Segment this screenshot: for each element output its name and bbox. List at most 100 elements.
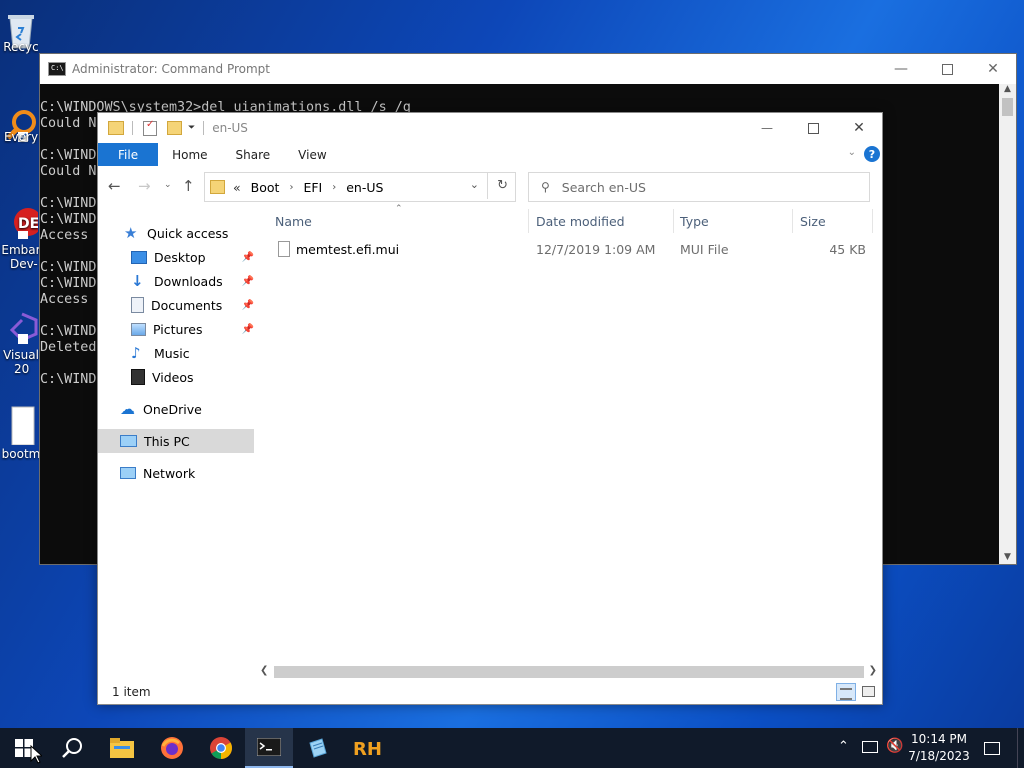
nav-network[interactable]: Network [98,461,258,485]
refresh-button[interactable]: ↻ [497,178,508,193]
expand-ribbon-icon[interactable]: ⌄ [848,147,856,158]
explorer-title: en-US [212,121,248,135]
taskbar-command-prompt[interactable] [245,728,293,768]
recycle-bin-icon [4,10,38,49]
file-explorer-icon [110,738,134,758]
details-view-button[interactable] [836,683,856,701]
scroll-left-arrow-icon[interactable]: ❮ [260,665,268,676]
nav-music[interactable]: ♪ Music [98,341,258,365]
desktop-icon-everything[interactable]: Every [0,108,42,144]
breadcrumb-chevron-icon[interactable]: › [289,182,293,193]
scroll-down-arrow-icon[interactable]: ▼ [999,552,1016,562]
nav-onedrive[interactable]: ☁ OneDrive [98,397,258,421]
explorer-close-button[interactable]: ✕ [836,113,882,143]
desktop-icon-embarcadero[interactable]: DE Embar Dev- [0,205,42,271]
network-tray-icon[interactable] [862,741,878,753]
file-type: MUI File [680,242,729,257]
column-header-type[interactable]: Type [680,209,790,233]
nav-videos[interactable]: Videos [98,365,258,389]
desktop-icon-label: Recyc [3,40,39,54]
desktop-icon-bootmgr[interactable]: bootm [0,405,42,461]
cmd-scrollbar[interactable]: ▲ ▼ [999,84,1016,564]
maximize-icon [807,122,819,134]
nav-downloads[interactable]: ↓ Downloads 📌 [98,269,258,293]
desktop-icon-label: Dev- [10,257,38,271]
horizontal-scrollbar-thumb[interactable] [274,666,864,678]
qat-customize-icon[interactable]: ⏷ [188,123,195,133]
nav-this-pc[interactable]: This PC [98,429,254,453]
downloads-icon: ↓ [131,272,144,290]
column-header-date[interactable]: Date modified [536,209,672,233]
pin-icon[interactable]: 📌 [242,324,254,335]
taskbar-chrome[interactable] [197,728,245,768]
breadcrumb-item-boot[interactable]: Boot [251,180,280,195]
search-box[interactable]: ⚲ Search en-US [528,172,870,202]
clock[interactable]: 10:14 PM 7/18/2023 [906,731,972,765]
new-folder-icon[interactable] [167,121,182,135]
cloud-icon: ☁ [120,400,135,418]
taskbar-file-explorer[interactable] [98,728,146,768]
minimize-icon: — [894,61,908,77]
search-placeholder: Search en-US [561,179,646,195]
breadcrumb-item-en-us[interactable]: en-US [346,180,383,195]
breadcrumb-overflow[interactable]: « [233,180,241,195]
search-button[interactable] [48,728,96,768]
cmd-close-button[interactable]: ✕ [970,54,1016,84]
column-header-name[interactable]: Name [275,209,528,233]
cmd-maximize-button[interactable] [924,54,970,84]
nav-label: Quick access [147,225,229,241]
cmd-scrollbar-thumb[interactable] [1002,98,1013,116]
pin-icon[interactable]: 📌 [242,252,254,263]
large-icons-view-button[interactable] [860,684,876,698]
explorer-maximize-button[interactable] [790,113,836,143]
breadcrumb-chevron-icon[interactable]: › [332,182,336,193]
tab-file[interactable]: File [98,143,159,166]
tab-share[interactable]: Share [222,143,285,166]
explorer-minimize-button[interactable]: — [744,113,790,143]
column-label: Name [275,213,312,229]
terminal-icon [257,738,281,756]
recent-locations-button[interactable]: ⌄ [164,180,172,190]
nav-label: Network [143,465,196,481]
nav-documents[interactable]: Documents 📌 [98,293,258,317]
up-arrow-icon: ↑ [182,177,195,195]
volume-muted-icon[interactable]: 🔇 [886,738,903,754]
nav-quick-access[interactable]: ★ Quick access [98,221,258,245]
nav-desktop[interactable]: Desktop 📌 [98,245,258,269]
taskbar-resource-hacker[interactable]: RH [343,728,391,768]
visual-studio-icon [4,310,38,344]
column-separator [792,209,793,233]
column-label: Type [680,213,709,229]
cmd-titlebar[interactable]: C:\ Administrator: Command Prompt — ✕ [40,54,1016,84]
scroll-right-arrow-icon[interactable]: ❯ [869,665,877,676]
explorer-titlebar[interactable]: ✓ ⏷ en-US — ✕ [98,113,882,143]
notifications-button[interactable] [980,728,1004,768]
forward-button[interactable]: → [138,177,156,195]
tab-view[interactable]: View [284,143,340,166]
taskbar-notepad[interactable] [294,728,342,768]
pin-icon[interactable]: 📌 [242,276,254,287]
desktop-icon-recycle-bin[interactable]: Recyc [0,10,42,54]
column-header-size[interactable]: Size [800,209,870,233]
nav-pictures[interactable]: Pictures 📌 [98,317,258,341]
pin-icon[interactable]: 📌 [242,300,254,311]
cmd-minimize-button[interactable]: — [878,54,924,84]
breadcrumb-item-efi[interactable]: EFI [303,180,322,195]
scroll-up-arrow-icon[interactable]: ▲ [999,84,1016,98]
back-button[interactable]: ← [108,177,126,195]
show-desktop-button[interactable] [1017,728,1024,768]
desktop-icon-visual-studio[interactable]: Visual 20 [0,310,42,376]
table-row[interactable]: memtest.efi.mui 12/7/2019 1:09 AM MUI Fi… [272,237,872,261]
help-button[interactable]: ? [864,146,880,162]
properties-icon[interactable]: ✓ [143,119,157,136]
show-hidden-icons-button[interactable]: ⌃ [838,739,849,754]
address-bar[interactable]: « Boot › EFI › en-US ⌄ ↻ [204,172,516,202]
up-button[interactable]: ↑ [182,177,195,195]
file-date: 12/7/2019 1:09 AM [536,242,656,257]
chevron-down-icon: ⌄ [164,180,172,190]
file-explorer-window[interactable]: ✓ ⏷ en-US — ✕ File Home Share View ⌄ ? ←… [97,112,883,705]
horizontal-scrollbar[interactable]: ❮ ❯ [258,664,880,680]
tab-home[interactable]: Home [158,143,221,166]
taskbar-firefox[interactable] [148,728,196,768]
address-dropdown-icon[interactable]: ⌄ [470,178,479,191]
